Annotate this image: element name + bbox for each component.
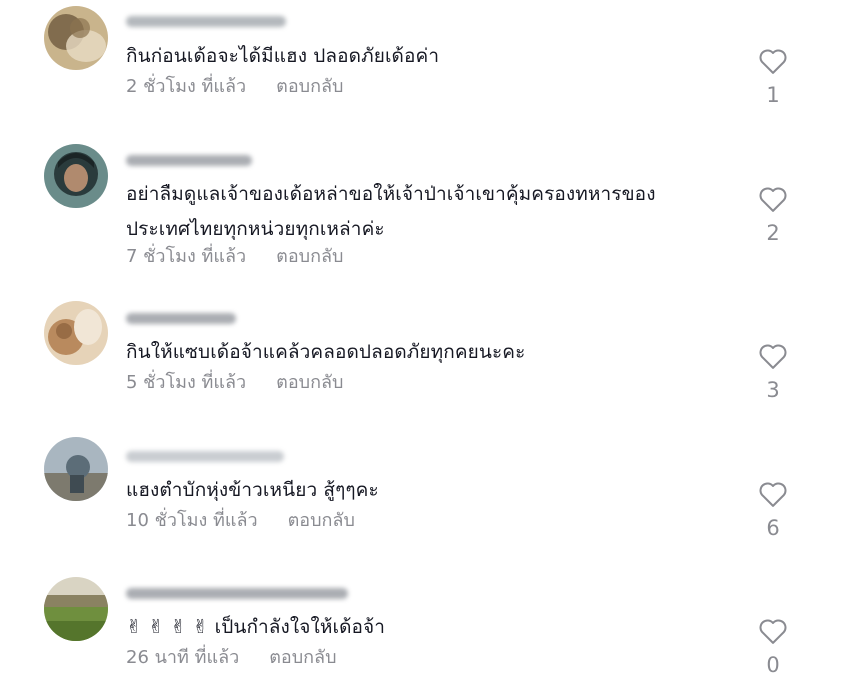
like-count: 1: [766, 83, 780, 107]
avatar[interactable]: [44, 437, 108, 501]
comment-time: 26 นาที ที่แล้ว: [126, 647, 240, 668]
comment-time: 2 ชั่วโมง ที่แล้ว: [126, 76, 247, 97]
like-control: 1: [750, 47, 796, 107]
like-control: 6: [750, 480, 796, 540]
reply-button[interactable]: ตอบกลับ: [269, 647, 336, 668]
avatar-image: [44, 577, 108, 641]
comment-meta: 2 ชั่วโมง ที่แล้ว ตอบกลับ: [126, 75, 343, 99]
avatar[interactable]: [44, 6, 108, 70]
like-control: 2: [750, 185, 796, 245]
username-blurred[interactable]: [126, 12, 286, 30]
avatar[interactable]: [44, 301, 108, 365]
comment-meta: 7 ชั่วโมง ที่แล้ว ตอบกลับ: [126, 245, 343, 269]
comment-meta: 26 นาที ที่แล้ว ตอบกลับ: [126, 646, 337, 670]
comment-time: 5 ชั่วโมง ที่แล้ว: [126, 372, 247, 393]
username-blurred[interactable]: [126, 584, 348, 602]
like-control: 3: [750, 342, 796, 402]
like-count: 3: [766, 378, 780, 402]
comment-text: กินก่อนเด้อจะได้มีแฮง ปลอดภัยเด้อค่า: [126, 45, 440, 67]
comment-text: ✌ ✌ ✌ ✌ เป็นกำลังใจให้เด้อจ้า: [126, 616, 386, 638]
avatar[interactable]: [44, 144, 108, 208]
heart-icon[interactable]: [758, 185, 788, 213]
comment-time: 7 ชั่วโมง ที่แล้ว: [126, 246, 247, 267]
heart-icon[interactable]: [758, 617, 788, 645]
avatar-image: [44, 301, 108, 365]
username-blurred[interactable]: [126, 447, 284, 465]
reply-button[interactable]: ตอบกลับ: [276, 76, 343, 97]
avatar[interactable]: [44, 577, 108, 641]
heart-icon[interactable]: [758, 342, 788, 370]
comment-text: อย่าลืมดูแลเจ้าของเด้อหล่าขอให้เจ้าป่าเจ…: [126, 183, 656, 240]
username-blurred[interactable]: [126, 309, 236, 327]
comment-meta: 10 ชั่วโมง ที่แล้ว ตอบกลับ: [126, 509, 355, 533]
comment-meta: 5 ชั่วโมง ที่แล้ว ตอบกลับ: [126, 371, 343, 395]
reply-button[interactable]: ตอบกลับ: [288, 510, 355, 531]
username-blurred[interactable]: [126, 151, 252, 169]
avatar-image: [44, 144, 108, 208]
comment-text: แฮงตำบักหุ่งข้าวเหนียว สู้ๆๆคะ: [126, 479, 379, 501]
like-count: 0: [766, 653, 780, 677]
comment-time: 10 ชั่วโมง ที่แล้ว: [126, 510, 258, 531]
avatar-image: [44, 437, 108, 501]
reply-button[interactable]: ตอบกลับ: [276, 372, 343, 393]
heart-icon[interactable]: [758, 480, 788, 508]
like-count: 6: [766, 516, 780, 540]
comment-text: กินให้แซบเด้อจ้าแคล้วคลอดปลอดภัยทุกคยนะค…: [126, 341, 526, 363]
heart-icon[interactable]: [758, 47, 788, 75]
like-count: 2: [766, 221, 780, 245]
avatar-image: [44, 6, 108, 70]
like-control: 0: [750, 617, 796, 677]
reply-button[interactable]: ตอบกลับ: [276, 246, 343, 267]
